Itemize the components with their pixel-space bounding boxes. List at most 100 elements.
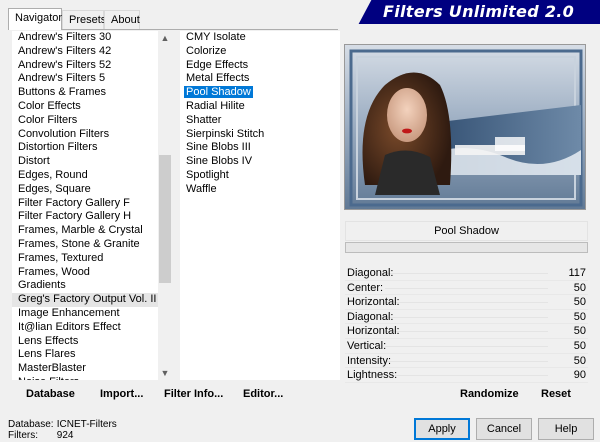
- parameter-label: Vertical:: [347, 339, 387, 352]
- slider-track[interactable]: [385, 287, 548, 289]
- parameter-value: 50: [573, 354, 586, 367]
- cancel-button[interactable]: Cancel: [476, 418, 532, 440]
- filter-item-label: Shatter: [186, 113, 222, 126]
- filter-item[interactable]: Spotlight: [180, 169, 340, 183]
- category-item[interactable]: Image Enhancement: [12, 307, 172, 321]
- filter-item[interactable]: Shatter: [180, 114, 340, 128]
- category-item[interactable]: Filter Factory Gallery H: [12, 210, 172, 224]
- category-item[interactable]: Frames, Marble & Crystal: [12, 224, 172, 238]
- parameter-slider[interactable]: Intensity: 50: [345, 354, 588, 369]
- database-value: ICNET-Filters: [56, 419, 117, 430]
- category-item[interactable]: Edges, Round: [12, 169, 172, 183]
- slider-track[interactable]: [385, 375, 548, 377]
- title-banner: Filters Unlimited 2.0: [341, 0, 600, 24]
- banner-title: Filters Unlimited 2.0: [383, 2, 575, 21]
- category-list[interactable]: Andrew's Filters 30 Andrew's Filters 42 An…: [12, 31, 172, 380]
- scroll-thumb[interactable]: [159, 155, 171, 283]
- filter-item[interactable]: Sierpinski Stitch: [180, 128, 340, 142]
- category-item[interactable]: Andrew's Filters 30: [12, 31, 172, 45]
- progress-bar: [345, 242, 588, 253]
- apply-button[interactable]: Apply: [414, 418, 470, 440]
- parameter-value: 50: [573, 325, 586, 338]
- slider-track[interactable]: [385, 316, 548, 318]
- parameter-slider[interactable]: Diagonal: 50: [345, 310, 588, 325]
- filter-item-label: Waffle: [186, 182, 217, 195]
- preview-image: [344, 44, 586, 210]
- tab-presets[interactable]: Presets: [62, 10, 106, 29]
- slider-track[interactable]: [385, 331, 548, 333]
- category-item[interactable]: Color Effects: [12, 100, 172, 114]
- parameter-slider[interactable]: Horizontal: 50: [345, 324, 588, 339]
- reset-button[interactable]: Reset: [541, 388, 571, 400]
- parameter-sliders: Diagonal: 117 Center: 50 Horizontal: 50 Diagon…: [345, 266, 588, 383]
- category-item[interactable]: Filter Factory Gallery F: [12, 197, 172, 211]
- effect-name-label: Pool Shadow: [345, 221, 588, 241]
- status-database: Database: ICNET-Filters: [8, 419, 117, 430]
- filter-item-label: Radial Hilite: [186, 99, 245, 112]
- scroll-up-icon[interactable]: ▲: [158, 31, 172, 45]
- category-item[interactable]: Noise Filters: [12, 376, 172, 380]
- category-item[interactable]: Color Filters: [12, 114, 172, 128]
- category-item[interactable]: Convolution Filters: [12, 128, 172, 142]
- parameter-slider[interactable]: Center: 50: [345, 281, 588, 296]
- parameter-slider[interactable]: Diagonal: 117: [345, 266, 588, 281]
- parameter-slider[interactable]: Horizontal: 50: [345, 295, 588, 310]
- category-item[interactable]: Buttons & Frames: [12, 86, 172, 100]
- filter-item-label: Spotlight: [186, 168, 229, 181]
- filter-item[interactable]: Waffle: [180, 183, 340, 197]
- parameter-value: 117: [568, 267, 586, 279]
- slider-track[interactable]: [385, 302, 548, 304]
- category-item[interactable]: Distort: [12, 155, 172, 169]
- parameter-label: Horizontal:: [347, 325, 400, 338]
- filter-list[interactable]: CMY Isolate Colorize Edge Effects Metal Eff…: [180, 31, 340, 380]
- category-item[interactable]: Lens Flares: [12, 348, 172, 362]
- category-item[interactable]: Distortion Filters: [12, 141, 172, 155]
- slider-track[interactable]: [385, 273, 548, 274]
- filter-item-label: CMY Isolate: [186, 31, 246, 43]
- category-item[interactable]: Lens Effects: [12, 335, 172, 349]
- filter-item-label: Metal Effects: [186, 72, 250, 85]
- filter-item[interactable]: Sine Blobs IV: [180, 155, 340, 169]
- category-item[interactable]: Andrew's Filters 52: [12, 59, 172, 73]
- filter-item-label: Sine Blobs IV: [186, 155, 253, 168]
- tab-navigator[interactable]: Navigator: [8, 8, 62, 30]
- filter-item[interactable]: Edge Effects: [180, 59, 340, 73]
- database-button[interactable]: Database: [26, 388, 75, 400]
- parameter-value: 90: [573, 369, 586, 382]
- parameter-label: Diagonal:: [347, 267, 394, 279]
- filter-item[interactable]: Metal Effects: [180, 72, 340, 86]
- category-item[interactable]: It@lian Editors Effect: [12, 321, 172, 335]
- import-button[interactable]: Import...: [100, 388, 143, 400]
- status-filters: Filters: 924: [8, 430, 73, 441]
- filter-item[interactable]: Radial Hilite: [180, 100, 340, 114]
- parameter-slider[interactable]: Lightness: 90: [345, 368, 588, 383]
- slider-track[interactable]: [385, 360, 548, 362]
- category-item[interactable]: Frames, Stone & Granite: [12, 238, 172, 252]
- category-item[interactable]: Greg's Factory Output Vol. II: [12, 293, 172, 307]
- randomize-button[interactable]: Randomize: [460, 388, 519, 400]
- parameter-value: 50: [573, 296, 586, 309]
- scroll-down-icon[interactable]: ▼: [158, 366, 172, 380]
- editor-button[interactable]: Editor...: [243, 388, 283, 400]
- category-item[interactable]: MasterBlaster: [12, 362, 172, 376]
- slider-track[interactable]: [385, 345, 548, 347]
- category-item[interactable]: Andrew's Filters 42: [12, 45, 172, 59]
- category-item[interactable]: Frames, Textured: [12, 252, 172, 266]
- category-scrollbar[interactable]: ▲ ▼: [158, 31, 172, 380]
- category-item[interactable]: Frames, Wood: [12, 266, 172, 280]
- filters-label: Filters:: [8, 430, 38, 441]
- filter-info-button[interactable]: Filter Info...: [164, 388, 223, 400]
- parameter-slider[interactable]: Vertical: 50: [345, 339, 588, 354]
- parameter-label: Horizontal:: [347, 296, 400, 309]
- tab-about[interactable]: About: [104, 10, 140, 29]
- filter-item[interactable]: CMY Isolate: [180, 31, 340, 45]
- category-item[interactable]: Edges, Square: [12, 183, 172, 197]
- category-item[interactable]: Gradients: [12, 279, 172, 293]
- help-button[interactable]: Help: [538, 418, 594, 440]
- filter-item[interactable]: Sine Blobs III: [180, 141, 340, 155]
- filter-item[interactable]: Colorize: [180, 45, 340, 59]
- filter-item[interactable]: Pool Shadow: [180, 86, 340, 100]
- filter-item-label: Pool Shadow: [184, 86, 253, 99]
- parameter-label: Diagonal:: [347, 310, 394, 323]
- category-item[interactable]: Andrew's Filters 5: [12, 72, 172, 86]
